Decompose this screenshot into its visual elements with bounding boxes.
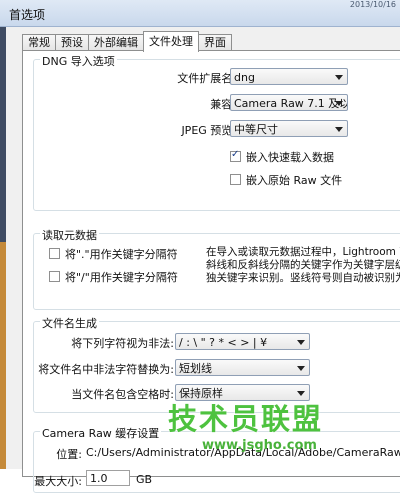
embed-raw-checkbox[interactable] (230, 174, 241, 185)
cache-size-input[interactable]: 1.0 (86, 470, 130, 486)
cache-group-title: Camera Raw 缓存设置 (40, 425, 162, 441)
cache-location-label: 位置: (56, 448, 82, 461)
illegal-chars-value: / : \ " ? * < > | ¥ (179, 336, 268, 349)
left-edge-strip-lower (0, 242, 6, 469)
spaces-label: 当文件名包含空格时: (71, 388, 174, 401)
cache-size-label: 最大大小: (34, 475, 82, 488)
watermark-url: www.jsgho.com (202, 438, 317, 453)
chevron-down-icon (297, 340, 305, 345)
read-metadata-group: 读取元数据 将"."用作关键字分隔符 将"/"用作关键字分隔符 在导入或读取元数… (33, 227, 400, 310)
compat-value: Camera Raw 7.1 及以上 (234, 97, 347, 110)
filename-group-title: 文件名生成 (40, 315, 99, 331)
embed-fast-load-label: 嵌入快速载入数据 (246, 151, 334, 164)
chevron-down-icon (335, 75, 343, 80)
tab-general[interactable]: 常规 (22, 34, 56, 51)
left-edge-strip (0, 27, 6, 242)
dot-separator-label: 将"."用作关键字分隔符 (65, 248, 178, 261)
window-titlebar: 首选项 2013/10/16 (0, 0, 400, 27)
dialog-body: 常规 预设 外部编辑 文件处理 界面 DNG 导入选项 文件扩展名: dng 兼… (0, 27, 400, 493)
jpeg-preview-label: JPEG 预览: (181, 124, 236, 137)
cache-size-unit: GB (136, 473, 153, 486)
tab-presets[interactable]: 预设 (55, 34, 89, 51)
watermark-logo-text: 技术员联盟 (168, 402, 324, 436)
replace-with-value: 短划线 (179, 362, 212, 375)
chevron-down-icon (297, 366, 305, 371)
extension-label: 文件扩展名: (177, 72, 236, 85)
corner-timestamp: 2013/10/16 (349, 0, 396, 9)
tab-interface[interactable]: 界面 (198, 34, 232, 51)
tab-external-editing[interactable]: 外部编辑 (88, 34, 144, 51)
replace-with-label: 将文件名中非法字符替换为: (38, 363, 174, 376)
compat-label: 兼容: (210, 98, 236, 111)
replace-with-select[interactable]: 短划线 (175, 359, 310, 376)
dot-separator-checkbox[interactable] (49, 248, 60, 259)
dng-import-group: DNG 导入选项 文件扩展名: dng 兼容: Camera Raw 7.1 及… (33, 53, 400, 211)
extension-value: dng (234, 71, 255, 84)
metadata-description-line3: 独关键字来识别。竖线符号则自动被识别为层 (206, 272, 400, 284)
metadata-description-line1: 在导入或读取元数据过程中，Lightroom 可将由 (206, 246, 400, 258)
embed-fast-load-checkbox[interactable] (230, 149, 241, 162)
compat-select[interactable]: Camera Raw 7.1 及以上 (230, 94, 348, 111)
metadata-description-line2: 斜线和反斜线分隔的关键字作为关键字层级而 (206, 259, 400, 271)
embed-raw-label: 嵌入原始 Raw 文件 (246, 174, 343, 187)
extension-select[interactable]: dng (230, 68, 348, 85)
tab-bar: 常规 预设 外部编辑 文件处理 界面 (22, 31, 232, 52)
dng-group-title: DNG 导入选项 (40, 53, 117, 69)
slash-separator-checkbox[interactable] (49, 271, 60, 282)
illegal-chars-label: 将下列字符视为非法: (71, 337, 174, 350)
chevron-down-icon (335, 127, 343, 132)
metadata-group-title: 读取元数据 (40, 227, 99, 243)
jpeg-preview-value: 中等尺寸 (234, 123, 278, 136)
illegal-chars-select[interactable]: / : \ " ? * < > | ¥ (175, 333, 310, 350)
slash-separator-label: 将"/"用作关键字分隔符 (65, 271, 178, 284)
chevron-down-icon (335, 101, 343, 106)
jpeg-preview-select[interactable]: 中等尺寸 (230, 120, 348, 137)
tab-file-handling[interactable]: 文件处理 (143, 31, 199, 52)
window-title: 首选项 (9, 8, 46, 22)
